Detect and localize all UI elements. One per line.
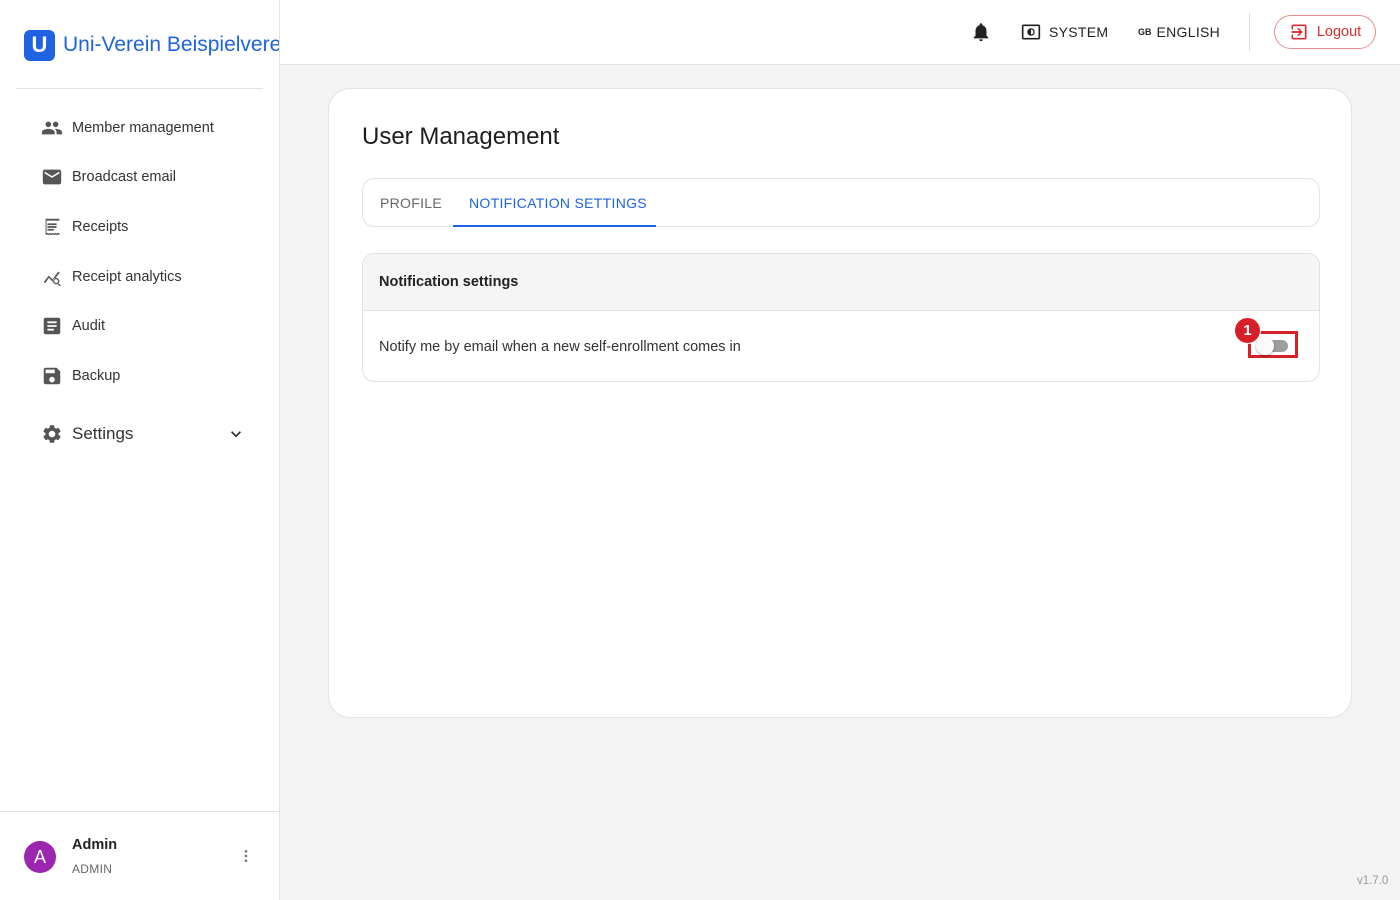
- tab-bar: PROFILE NOTIFICATION SETTINGS: [362, 178, 1320, 227]
- people-icon: [40, 116, 64, 140]
- sidebar-item-label: Member management: [72, 119, 214, 136]
- more-vert-icon[interactable]: [238, 848, 254, 864]
- version-label: v1.7.0: [1357, 875, 1389, 887]
- sidebar-item-audit[interactable]: Audit: [0, 301, 279, 351]
- sidebar-divider: [16, 88, 263, 89]
- setting-label: Notify me by email when a new self-enrol…: [379, 339, 741, 355]
- sidebar-item-label: Settings: [72, 424, 134, 444]
- sidebar-nav: Member management Broadcast email Receip…: [0, 103, 279, 459]
- notification-settings-panel: Notification settings Notify me by email…: [362, 253, 1320, 382]
- notifications-bell-icon[interactable]: [970, 21, 992, 43]
- theme-button[interactable]: SYSTEM: [1021, 22, 1108, 42]
- panel-title: Notification settings: [379, 274, 519, 290]
- theme-label: SYSTEM: [1049, 24, 1109, 40]
- sidebar-item-label: Broadcast email: [72, 169, 176, 186]
- active-tab-indicator: [453, 225, 656, 227]
- logout-label: Logout: [1316, 24, 1362, 40]
- sidebar-item-label: Audit: [72, 318, 106, 335]
- sidebar-item-backup[interactable]: Backup: [0, 351, 279, 401]
- brand-name: Uni-Verein Beispielverein: [63, 33, 280, 56]
- receipt-icon: [40, 215, 64, 239]
- chevron-down-icon[interactable]: [226, 424, 246, 444]
- flag-gb-icon: GB: [1138, 27, 1152, 37]
- analytics-icon: [40, 265, 64, 289]
- brand-logo: U: [24, 29, 55, 61]
- mail-icon: [40, 165, 64, 189]
- gear-icon: [40, 422, 64, 446]
- language-button[interactable]: GB ENGLISH: [1138, 22, 1220, 42]
- toggle-thumb: [1256, 337, 1274, 355]
- sidebar-item-label: Backup: [72, 367, 121, 384]
- user-role: ADMIN: [72, 862, 113, 876]
- main-card: User Management PROFILE NOTIFICATION SET…: [328, 88, 1352, 718]
- top-bar: SYSTEM GB ENGLISH Logout: [280, 0, 1400, 65]
- topbar-divider: [1249, 13, 1250, 51]
- sidebar-item-receipts[interactable]: Receipts: [0, 202, 279, 252]
- logout-icon: [1291, 24, 1307, 40]
- tab-notification-settings[interactable]: NOTIFICATION SETTINGS: [469, 179, 647, 227]
- user-name: Admin: [72, 837, 118, 853]
- sidebar-item-label: Receipts: [72, 218, 129, 235]
- logout-button[interactable]: Logout: [1274, 15, 1376, 49]
- page-title: User Management: [362, 123, 560, 150]
- annotation-marker: 1: [1234, 317, 1261, 344]
- avatar[interactable]: A: [24, 841, 56, 873]
- sidebar-item-broadcast-email[interactable]: Broadcast email: [0, 153, 279, 203]
- document-icon: [40, 314, 64, 338]
- save-icon: [40, 364, 64, 388]
- brand[interactable]: U Uni-Verein Beispielverein: [24, 29, 280, 61]
- user-profile: A Admin ADMIN: [0, 811, 279, 900]
- language-label: ENGLISH: [1156, 24, 1221, 40]
- sidebar-item-member-management[interactable]: Member management: [0, 103, 279, 153]
- panel-header: Notification settings: [363, 254, 1319, 311]
- sidebar-item-receipt-analytics[interactable]: Receipt analytics: [0, 252, 279, 302]
- tab-profile[interactable]: PROFILE: [380, 179, 442, 227]
- sidebar: U Uni-Verein Beispielverein Member manag…: [0, 0, 280, 900]
- theme-system-icon: [1021, 24, 1041, 40]
- sidebar-item-settings[interactable]: Settings: [0, 410, 279, 460]
- sidebar-item-label: Receipt analytics: [72, 268, 182, 285]
